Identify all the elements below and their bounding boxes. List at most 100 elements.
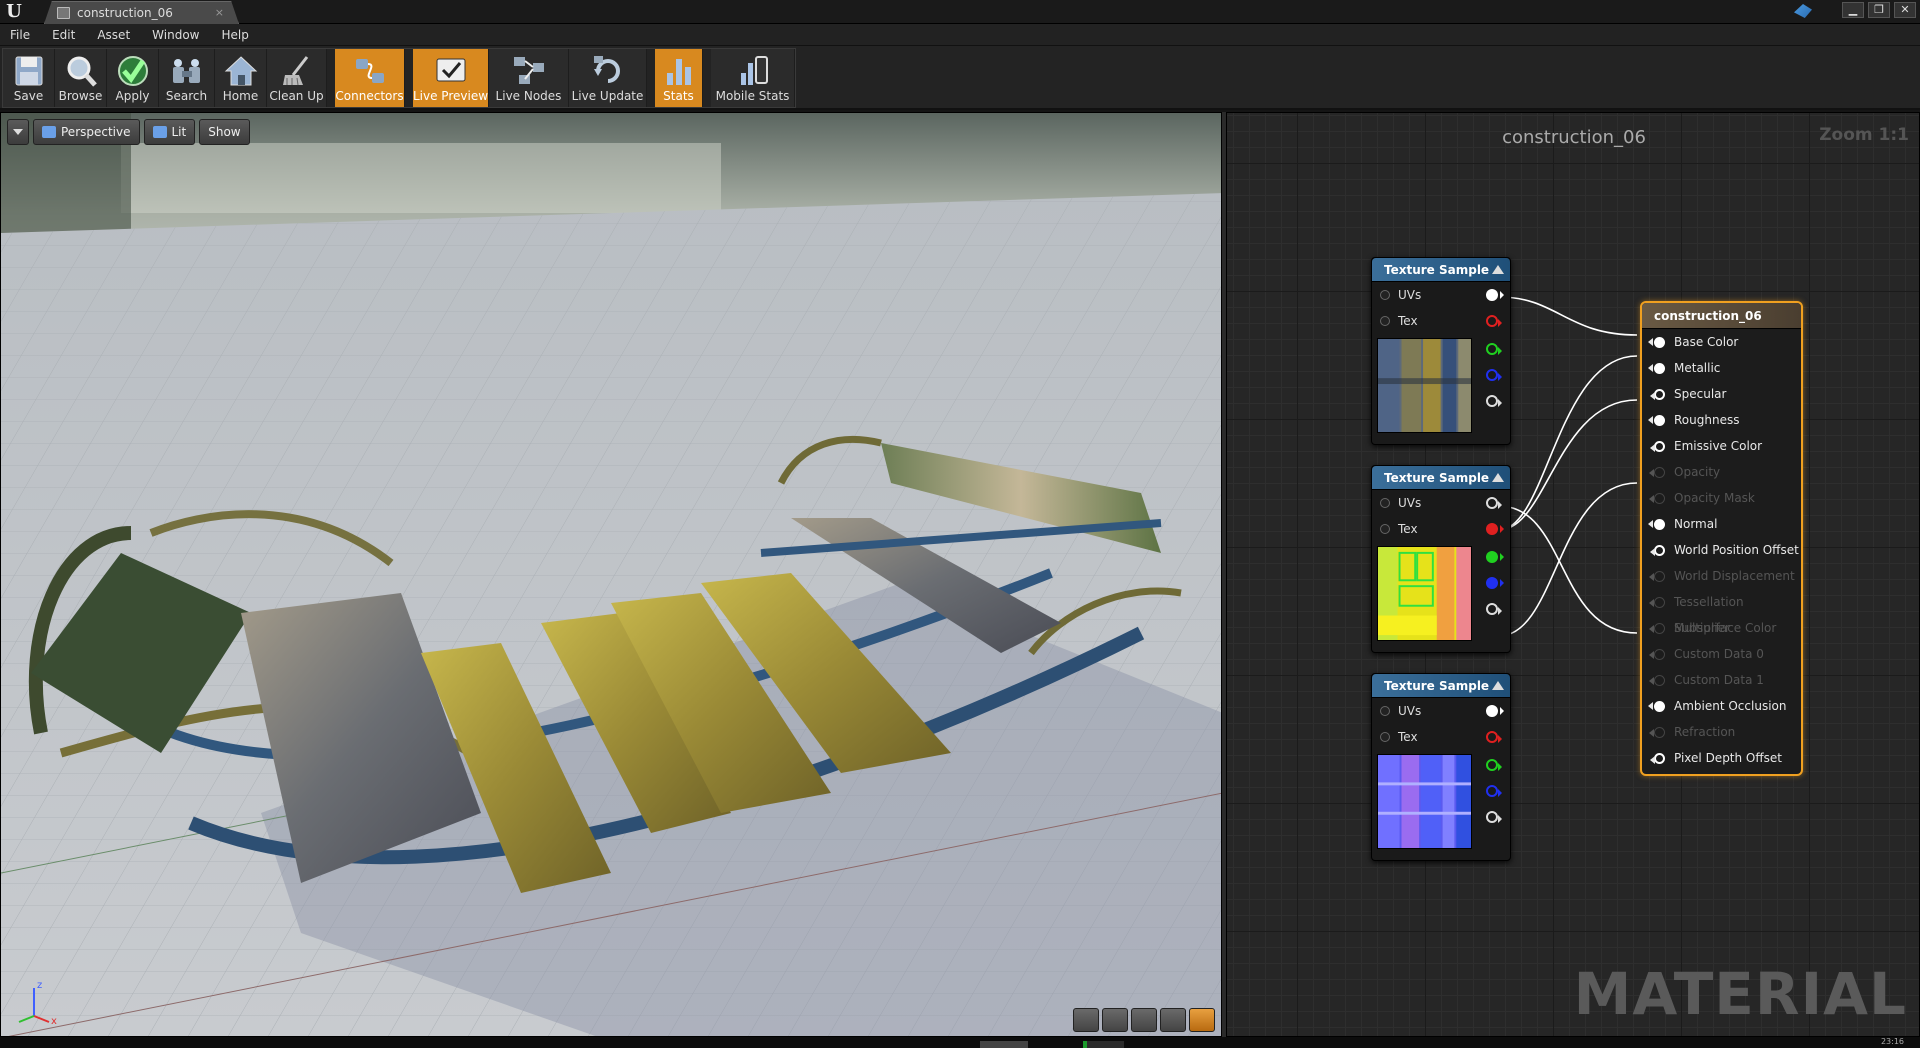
green-output-pin[interactable]	[1486, 343, 1502, 355]
green-output-pin[interactable]	[1486, 759, 1502, 771]
connectors-icon	[355, 59, 384, 83]
uvs-input-pin[interactable]	[1380, 498, 1390, 508]
apply-button[interactable]: Apply	[107, 49, 159, 107]
uvs-input-pin[interactable]	[1380, 706, 1390, 716]
unreal-logo-icon[interactable]: U	[4, 2, 24, 22]
tex-pin-row[interactable]: Tex	[1372, 308, 1510, 334]
result-input-pin[interactable]	[1650, 389, 1665, 400]
menu-window[interactable]: Window	[152, 28, 199, 42]
tex-pin-row[interactable]: Tex	[1372, 724, 1510, 750]
result-pin-row[interactable]: Normal	[1642, 511, 1801, 537]
marketplace-icon[interactable]	[1794, 4, 1812, 18]
show-button[interactable]: Show	[199, 119, 250, 145]
menu-help[interactable]: Help	[221, 28, 248, 42]
connectors-button[interactable]: Connectors	[335, 49, 405, 107]
status-indicator	[1083, 1041, 1087, 1048]
rgb-output-pin[interactable]	[1486, 497, 1502, 509]
uvs-pin-row[interactable]: UVs	[1372, 490, 1510, 516]
menu-edit[interactable]: Edit	[52, 28, 75, 42]
lit-button[interactable]: Lit	[143, 119, 196, 145]
result-input-pin[interactable]	[1650, 441, 1665, 452]
uvs-pin-label: UVs	[1398, 496, 1422, 510]
cube-preview-icon[interactable]	[1160, 1008, 1186, 1032]
result-input-pin[interactable]	[1648, 415, 1665, 426]
axis-x-label: x	[51, 1016, 57, 1026]
tex-pin-row[interactable]: Tex	[1372, 516, 1510, 542]
collapse-icon[interactable]	[1492, 681, 1504, 690]
texture-sample-node[interactable]: Texture Sample UVs Tex	[1371, 465, 1511, 653]
result-input-pin[interactable]	[1648, 363, 1665, 374]
red-output-pin[interactable]	[1486, 523, 1504, 535]
cylinder-preview-icon[interactable]	[1073, 1008, 1099, 1032]
texture-sample-node[interactable]: Texture Sample UVs Tex	[1371, 257, 1511, 445]
result-pin-row[interactable]: Roughness	[1642, 407, 1801, 433]
result-input-pin[interactable]	[1648, 701, 1665, 712]
result-pin-row[interactable]: Base Color	[1642, 329, 1801, 355]
result-pin-row[interactable]: Metallic	[1642, 355, 1801, 381]
result-input-pin[interactable]	[1648, 519, 1665, 530]
node-header[interactable]: Texture Sample	[1372, 258, 1510, 282]
node-header[interactable]: Texture Sample	[1372, 466, 1510, 490]
texture-sample-node[interactable]: Texture Sample UVs Tex	[1371, 673, 1511, 861]
red-output-pin[interactable]	[1486, 731, 1502, 743]
collapse-icon[interactable]	[1492, 473, 1504, 482]
perspective-button[interactable]: Perspective	[33, 119, 140, 145]
minimize-button[interactable]: ▁	[1842, 2, 1864, 18]
green-output-pin[interactable]	[1486, 551, 1504, 563]
result-pin-row[interactable]: Emissive Color	[1642, 433, 1801, 459]
tex-input-pin[interactable]	[1380, 732, 1390, 742]
result-node-title[interactable]: construction_06	[1642, 303, 1801, 329]
plane-preview-icon[interactable]	[1131, 1008, 1157, 1032]
live-nodes-button[interactable]: Live Nodes	[489, 49, 569, 107]
red-output-pin[interactable]	[1486, 315, 1502, 327]
uvs-input-pin[interactable]	[1380, 290, 1390, 300]
result-input-pin[interactable]	[1648, 337, 1665, 348]
result-pin-row[interactable]: Pixel Depth Offset	[1642, 745, 1801, 771]
menu-file[interactable]: File	[10, 28, 30, 42]
uvs-pin-row[interactable]: UVs	[1372, 698, 1510, 724]
preview-viewport[interactable]: Perspective Lit Show z x	[0, 112, 1222, 1037]
result-input-pin[interactable]	[1650, 753, 1665, 764]
collapse-icon[interactable]	[1492, 265, 1504, 274]
teapot-preview-icon[interactable]	[1189, 1008, 1215, 1032]
node-header[interactable]: Texture Sample	[1372, 674, 1510, 698]
restore-button[interactable]: ❐	[1868, 2, 1890, 18]
status-indicator	[1084, 1041, 1124, 1048]
material-result-node[interactable]: construction_06 Base Color Metallic Specul…	[1640, 301, 1803, 776]
show-label: Show	[208, 125, 241, 139]
alpha-output-pin[interactable]	[1486, 395, 1502, 407]
result-input-pin[interactable]	[1650, 545, 1665, 556]
stats-button[interactable]: Stats	[655, 49, 703, 107]
blue-output-pin[interactable]	[1486, 369, 1502, 381]
tex-input-pin[interactable]	[1380, 524, 1390, 534]
alpha-output-pin[interactable]	[1486, 811, 1502, 823]
document-tab[interactable]: construction_06 ×	[44, 1, 239, 24]
live-update-button[interactable]: Live Update	[569, 49, 647, 107]
result-input-pin	[1649, 649, 1665, 660]
viewport-options-button[interactable]	[7, 119, 29, 145]
material-graph[interactable]: construction_06 Zoom 1:1 MATERIAL Textur…	[1226, 112, 1920, 1037]
uvs-pin-row[interactable]: UVs	[1372, 282, 1510, 308]
sphere-preview-icon[interactable]	[1102, 1008, 1128, 1032]
browse-button[interactable]: Browse	[55, 49, 107, 107]
tex-input-pin[interactable]	[1380, 316, 1390, 326]
live-preview-button[interactable]: Live Preview	[413, 49, 489, 107]
save-button[interactable]: Save	[3, 49, 55, 107]
home-button[interactable]: Home	[215, 49, 267, 107]
close-button[interactable]: ✕	[1894, 2, 1916, 18]
result-pin-row[interactable]: World Position Offset	[1642, 537, 1801, 563]
blue-output-pin[interactable]	[1486, 577, 1504, 589]
home-icon	[224, 56, 257, 86]
menu-asset[interactable]: Asset	[97, 28, 130, 42]
result-pin-row[interactable]: Specular	[1642, 381, 1801, 407]
result-pin-row[interactable]: Ambient Occlusion	[1642, 693, 1801, 719]
rgb-output-pin[interactable]	[1486, 705, 1504, 717]
mobile-stats-button[interactable]: Mobile Stats	[711, 49, 795, 107]
clean-up-button[interactable]: Clean Up	[267, 49, 327, 107]
toolbar-separator	[647, 49, 655, 107]
alpha-output-pin[interactable]	[1486, 603, 1502, 615]
rgb-output-pin[interactable]	[1486, 289, 1504, 301]
search-button[interactable]: Search	[159, 49, 215, 107]
tab-close-icon[interactable]: ×	[215, 2, 224, 24]
blue-output-pin[interactable]	[1486, 785, 1502, 797]
